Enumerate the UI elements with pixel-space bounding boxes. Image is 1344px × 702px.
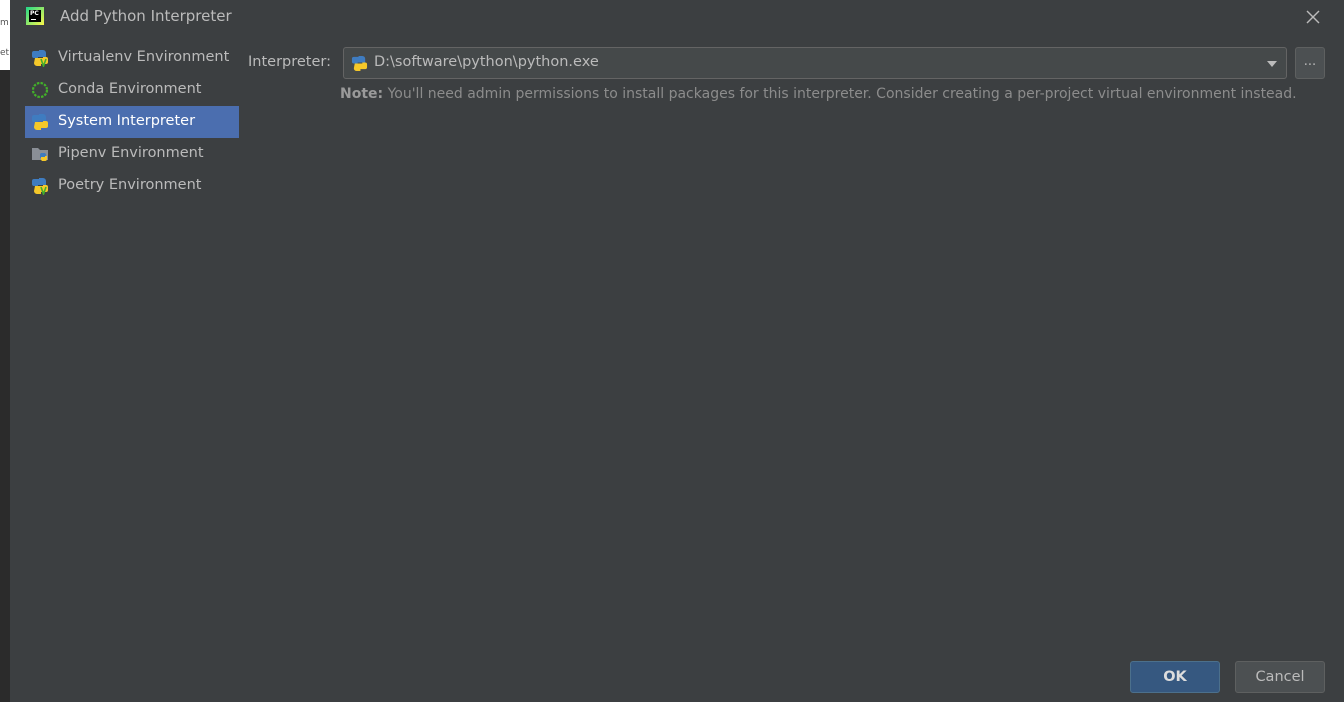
environment-type-list: Virtualenv Environment Conda Environment… <box>25 42 239 202</box>
sidebar-item-system-interpreter[interactable]: System Interpreter <box>25 106 239 138</box>
pipenv-icon <box>32 148 48 161</box>
dialog-title: Add Python Interpreter <box>60 7 232 25</box>
note-prefix: Note: <box>340 86 384 102</box>
note-text: You'll need admin permissions to install… <box>383 86 1297 102</box>
poetry-icon <box>32 178 48 195</box>
interpreter-dropdown[interactable]: D:\software\python\python.exe <box>343 47 1287 79</box>
dialog-titlebar: PC Add Python Interpreter <box>10 0 1344 34</box>
sidebar-item-pipenv[interactable]: Pipenv Environment <box>25 138 239 170</box>
virtualenv-icon <box>32 50 48 67</box>
sidebar-item-label: Virtualenv Environment <box>58 49 230 65</box>
ok-button[interactable]: OK <box>1130 661 1220 693</box>
sidebar-item-virtualenv[interactable]: Virtualenv Environment <box>25 42 239 74</box>
sidebar-item-label: System Interpreter <box>58 113 196 129</box>
sidebar-item-label: Pipenv Environment <box>58 145 204 161</box>
sidebar-item-label: Poetry Environment <box>58 177 202 193</box>
interpreter-path-value: D:\software\python\python.exe <box>374 54 599 70</box>
conda-icon <box>31 81 49 99</box>
background-text-fragment: et <box>0 48 10 58</box>
admin-permissions-note: Note: You'll need admin permissions to i… <box>340 86 1297 102</box>
browse-interpreter-button[interactable]: ... <box>1295 47 1325 79</box>
sidebar-item-conda[interactable]: Conda Environment <box>25 74 239 106</box>
add-python-interpreter-dialog: PC Add Python Interpreter Virtualenv Env… <box>10 0 1344 702</box>
interpreter-label: Interpreter: <box>248 54 331 70</box>
sidebar-item-poetry[interactable]: Poetry Environment <box>25 170 239 202</box>
chevron-down-icon <box>1267 61 1277 67</box>
background-text-fragment: m <box>0 18 9 28</box>
python-icon <box>32 114 48 130</box>
close-button[interactable] <box>1300 4 1326 30</box>
python-icon <box>351 55 368 72</box>
background-window-strip: m et <box>0 0 10 702</box>
close-icon <box>1306 10 1320 24</box>
sidebar-item-label: Conda Environment <box>58 81 202 97</box>
cancel-button[interactable]: Cancel <box>1235 661 1325 693</box>
pycharm-logo-icon: PC <box>26 7 44 25</box>
